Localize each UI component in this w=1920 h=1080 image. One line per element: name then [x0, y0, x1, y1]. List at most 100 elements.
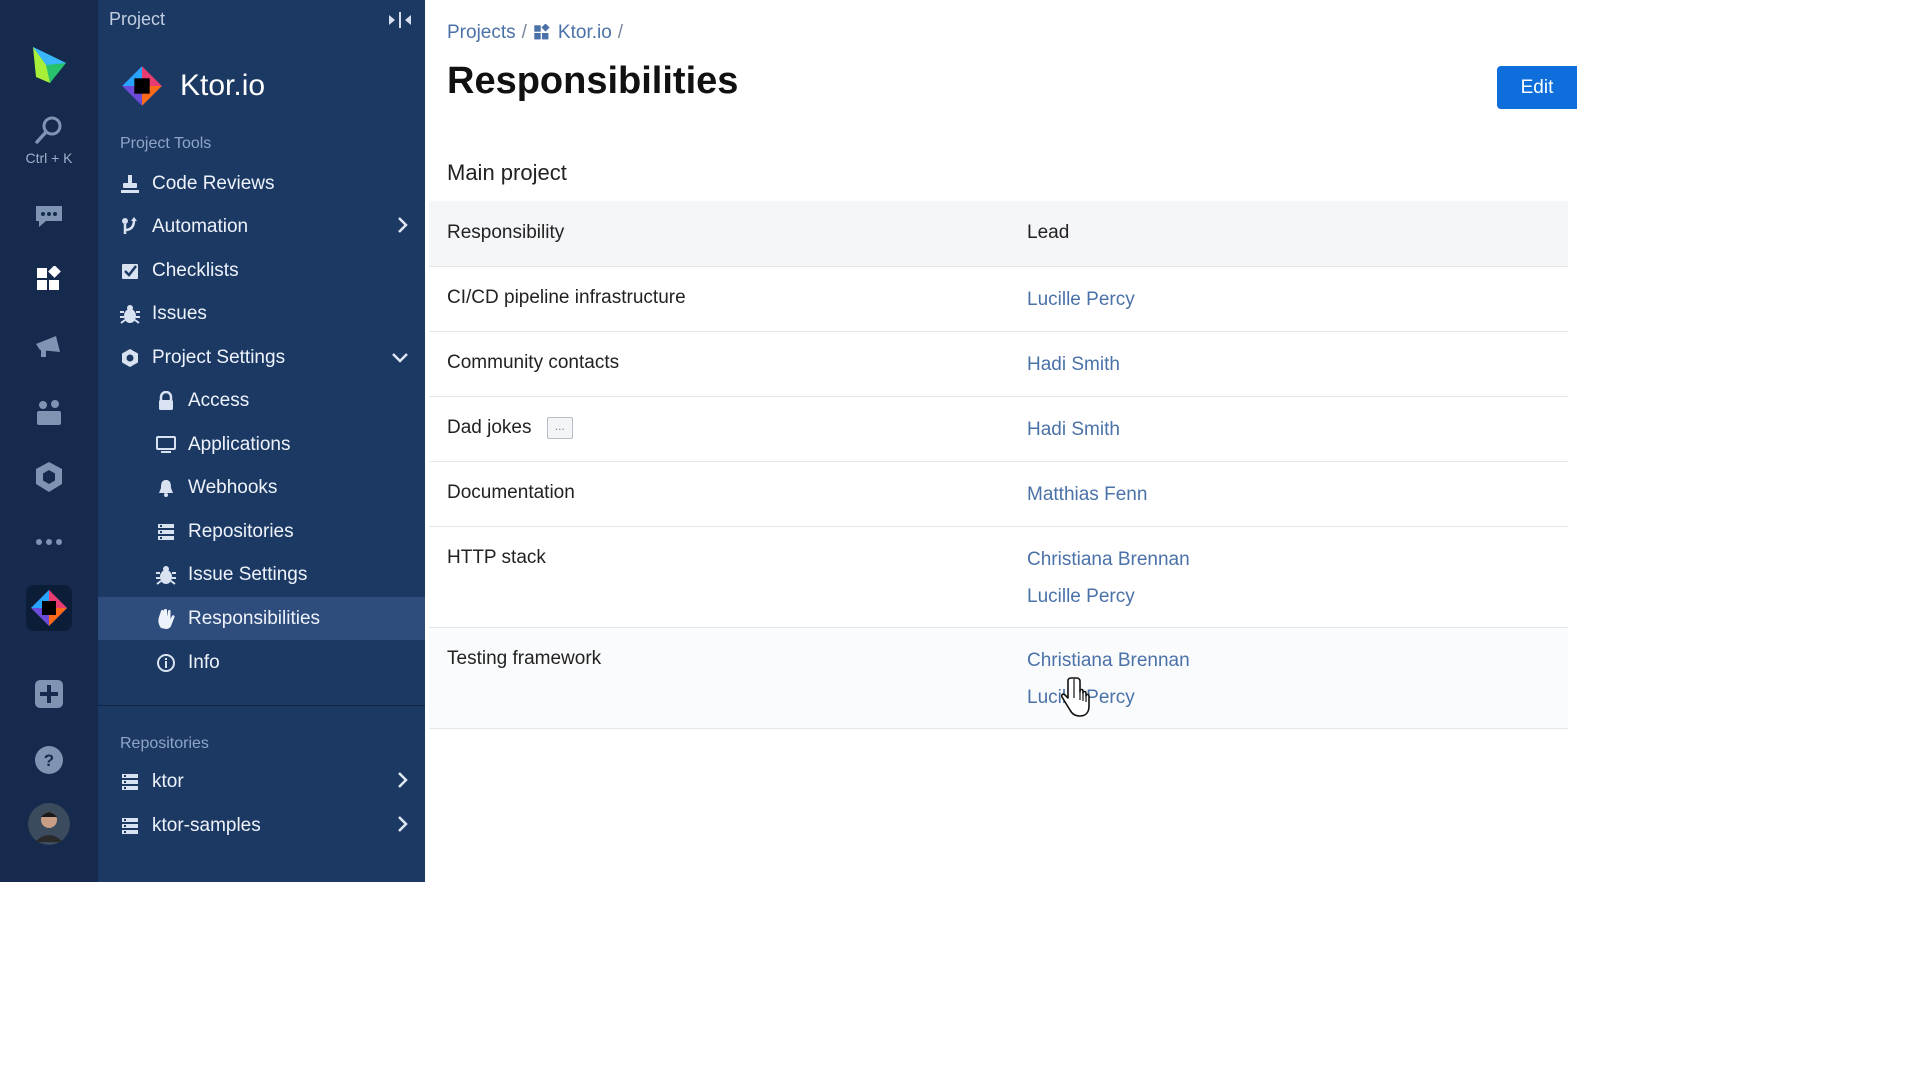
sidebar-item-label: Responsibilities — [188, 607, 321, 629]
repo-icon — [118, 770, 142, 794]
ktor-project-shortcut[interactable] — [0, 584, 98, 632]
edit-button[interactable]: Edit — [1497, 66, 1577, 109]
sidebar-item-applications[interactable]: Applications — [98, 423, 425, 466]
lead-link[interactable]: Hadi Smith — [1027, 411, 1120, 448]
chevron-right-icon — [397, 771, 409, 795]
sidebar-repo-ktor[interactable]: ktor — [98, 760, 425, 803]
hand-icon — [154, 607, 178, 631]
search-icon — [35, 116, 62, 144]
section-title: Main project — [447, 160, 567, 185]
lead-link[interactable]: Christiana Brennan — [1027, 541, 1190, 578]
table-row[interactable]: Documentation Matthias Fenn — [429, 462, 1568, 527]
sidebar-item-label: Issue Settings — [188, 563, 308, 585]
space-logo-icon[interactable] — [0, 40, 98, 90]
sidebar-item-issue-settings[interactable]: Issue Settings — [98, 553, 425, 596]
more-icon — [36, 539, 62, 545]
avatar — [28, 803, 70, 845]
help-icon: ? — [35, 746, 63, 774]
table-row[interactable]: Community contacts Hadi Smith — [429, 332, 1568, 397]
sidebar-item-info[interactable]: Info — [98, 641, 425, 684]
repo-icon — [118, 814, 142, 838]
project-sidebar: Project Ktor.io Project Tools Code Revie… — [98, 0, 425, 882]
sidebar-item-label: Applications — [188, 433, 291, 455]
lead-link[interactable]: Lucille Percy — [1027, 578, 1190, 615]
svg-text:?: ? — [44, 751, 54, 770]
sidebar-item-label: Repositories — [188, 520, 294, 542]
column-header-responsibility: Responsibility — [447, 222, 565, 243]
column-header-lead: Lead — [1027, 222, 1070, 243]
team-button[interactable] — [0, 394, 98, 430]
chats-button[interactable] — [0, 198, 98, 234]
chevron-right-icon — [397, 815, 409, 839]
project-tools-label: Project Tools — [120, 135, 212, 152]
search-shortcut-hint: Ctrl + K — [25, 150, 73, 166]
repo-icon — [154, 520, 178, 544]
hand-cursor-icon — [1061, 677, 1090, 717]
lock-icon — [154, 389, 178, 413]
table-row[interactable]: Testing framework Christiana Brennan Luc… — [429, 628, 1568, 729]
monitor-icon — [154, 433, 178, 457]
sidebar-item-responsibilities[interactable]: Responsibilities — [98, 597, 425, 640]
checklist-icon — [118, 259, 142, 283]
projects-button[interactable] — [0, 262, 98, 298]
user-avatar-button[interactable] — [0, 802, 98, 846]
sidebar-item-issues[interactable]: Issues — [98, 292, 425, 335]
lead-link[interactable]: Christiana Brennan — [1027, 642, 1190, 679]
sidebar-item-webhooks[interactable]: Webhooks — [98, 466, 425, 509]
sidebar-item-label: Code Reviews — [152, 172, 275, 194]
packages-icon — [36, 462, 62, 492]
projects-icon — [37, 266, 61, 290]
sidebar-item-label: Info — [188, 651, 220, 673]
lead-link[interactable]: Matthias Fenn — [1027, 476, 1147, 513]
sidebar-item-code-reviews[interactable]: Code Reviews — [98, 162, 425, 205]
expand-notes-button[interactable]: ... — [546, 417, 573, 439]
table-header: Responsibility Lead — [429, 201, 1568, 267]
sidebar-item-access[interactable]: Access — [98, 379, 425, 422]
sidebar-item-checklists[interactable]: Checklists — [98, 249, 425, 292]
create-button[interactable] — [0, 676, 98, 712]
packages-button[interactable] — [0, 458, 98, 496]
ktor-logo-icon — [122, 66, 162, 106]
table-row[interactable]: HTTP stack Christiana Brennan Lucille Pe… — [429, 527, 1568, 628]
lead-link[interactable]: Lucille Percy — [1027, 281, 1135, 318]
breadcrumb-projects-link[interactable]: Projects — [447, 22, 516, 44]
sidebar-item-automation[interactable]: Automation — [98, 205, 425, 248]
table-row[interactable]: CI/CD pipeline infrastructure Lucille Pe… — [429, 267, 1568, 332]
sidebar-item-label: Webhooks — [188, 476, 278, 498]
breadcrumb-separator: / — [617, 22, 624, 43]
bug-icon — [154, 563, 178, 587]
lead-link[interactable]: Hadi Smith — [1027, 346, 1120, 383]
add-icon — [35, 680, 63, 708]
sidebar-item-project-settings[interactable]: Project Settings — [98, 336, 425, 379]
project-title[interactable]: Ktor.io — [120, 64, 265, 108]
breadcrumb-project-link[interactable]: Ktor.io — [558, 22, 612, 44]
sidebar-item-label: Project Settings — [152, 346, 286, 368]
responsibility-name: HTTP stack — [447, 547, 546, 568]
more-button[interactable] — [0, 530, 98, 554]
table-row[interactable]: Dad jokes ... Hadi Smith — [429, 397, 1568, 462]
bell-icon — [154, 476, 178, 500]
ktor-project-icon — [26, 585, 72, 631]
lead-link[interactable]: Lucille Percy — [1027, 679, 1190, 716]
automation-icon — [118, 215, 142, 239]
sidebar-item-repositories[interactable]: Repositories — [98, 510, 425, 553]
collapse-icon — [389, 12, 411, 28]
breadcrumb: Projects / Ktor.io / — [447, 22, 629, 44]
megaphone-icon — [36, 336, 60, 357]
responsibility-name: Testing framework — [447, 648, 602, 669]
blogs-button[interactable] — [0, 328, 98, 364]
chevron-down-icon — [391, 348, 409, 370]
settings-icon — [118, 346, 142, 370]
search-button[interactable]: Ctrl + K — [0, 108, 98, 172]
responsibility-name: Dad jokes — [447, 417, 532, 439]
collapse-sidebar-button[interactable] — [387, 10, 413, 35]
main-content: Projects / Ktor.io / Responsibilities Ed… — [425, 0, 1577, 882]
projects-icon — [534, 24, 550, 40]
sidebar-repo-ktor-samples[interactable]: ktor-samples — [98, 804, 425, 847]
chevron-right-icon — [397, 216, 409, 240]
bug-icon — [118, 302, 142, 326]
responsibilities-table: Responsibility Lead CI/CD pipeline infra… — [429, 201, 1568, 729]
responsibility-name: Community contacts — [447, 352, 620, 373]
help-button[interactable]: ? — [0, 742, 98, 778]
global-navigation-rail: Ctrl + K ? — [0, 0, 98, 882]
